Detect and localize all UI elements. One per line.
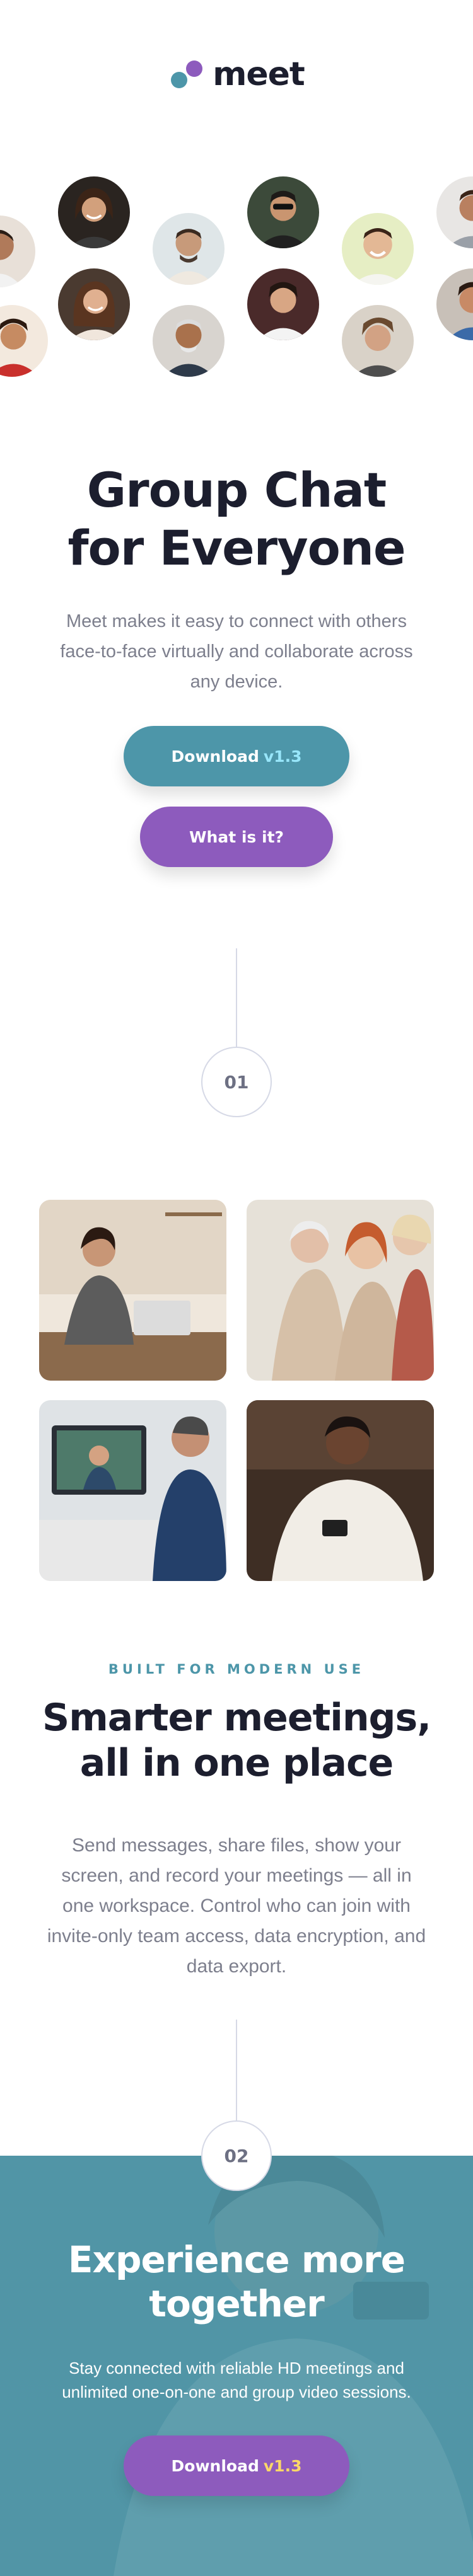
avatar [58,268,130,340]
download-button[interactable]: Download v1.3 [124,726,349,786]
feature-photo [247,1200,434,1381]
step-number: 02 [224,2145,249,2166]
step-indicator-02: 02 [201,2120,272,2191]
cta-section: Experience more together Stay connected … [0,2156,473,2576]
step-indicator-01: 01 [201,1047,272,1117]
hero-title: Group Chat for Everyone [0,461,473,577]
avatar-collage [0,170,473,391]
avatar [0,305,48,377]
site-logo[interactable]: meet [0,55,473,93]
avatar [247,268,319,340]
cta-title: Experience more together [0,2238,473,2326]
what-is-it-button[interactable]: What is it? [140,807,333,867]
cta-description: Stay connected with reliable HD meetings… [62,2359,411,2401]
cta-download-version: v1.3 [263,2456,302,2475]
logo-icon [168,55,204,93]
download-label: Download [171,747,259,766]
features-title: Smarter meetings, all in one place [0,1695,473,1786]
avatar [58,176,130,248]
avatar [0,216,35,287]
features-eyebrow: BUILT FOR MODERN USE [108,1662,365,1677]
avatar [436,176,473,248]
avatar [153,213,225,285]
features-title-line2: all in one place [79,1741,394,1785]
what-is-it-label: What is it? [189,827,284,846]
avatar [436,268,473,340]
hero-description: Meet makes it easy to connect with other… [60,611,413,692]
features-description: Send messages, share files, show your sc… [47,1835,426,1977]
hero-title-line1: Group Chat [86,462,387,518]
avatar [153,305,225,377]
step-number: 01 [224,1071,249,1093]
cta-title-line2: together [149,2282,324,2325]
cta-download-button[interactable]: Download v1.3 [124,2435,349,2496]
feature-photo [39,1400,226,1581]
avatar [247,176,319,248]
cta-download-label: Download [171,2456,259,2475]
hero-title-line2: for Everyone [67,520,406,576]
avatar [342,213,414,285]
download-version: v1.3 [263,747,302,766]
logo-text: meet [213,55,305,93]
avatar [342,305,414,377]
feature-photo [39,1200,226,1381]
feature-photo [247,1400,434,1581]
features-title-line1: Smarter meetings, [42,1696,431,1740]
cta-title-line1: Experience more [67,2238,406,2281]
